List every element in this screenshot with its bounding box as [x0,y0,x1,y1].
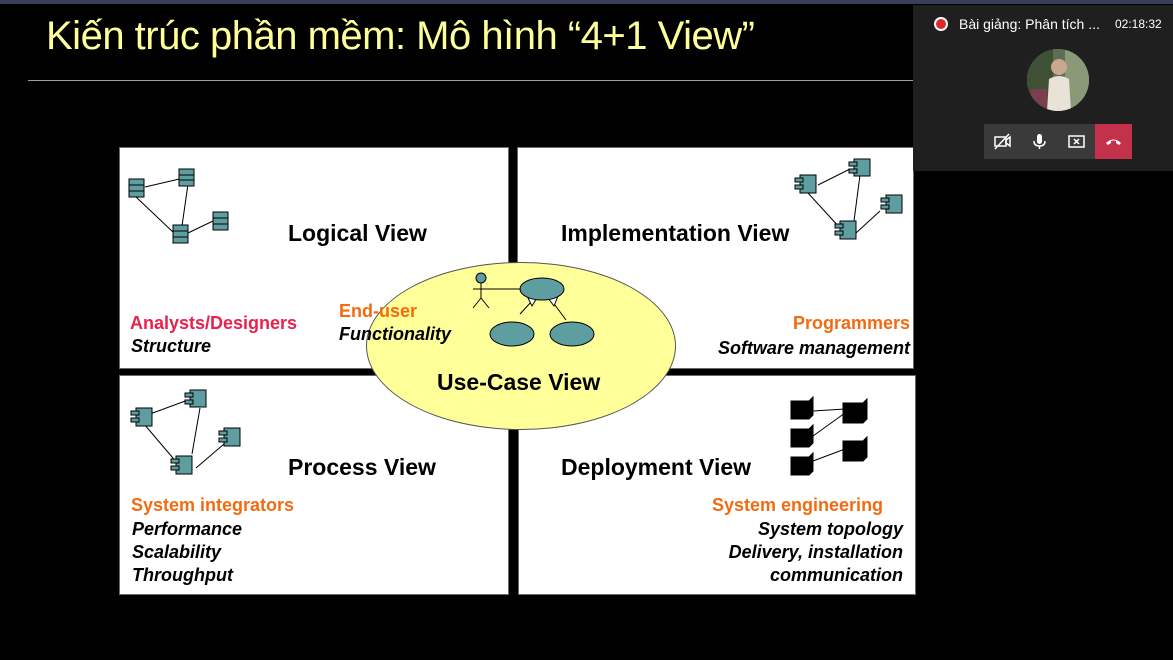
deployment-view-role: System engineering [712,495,884,515]
deployment-view-concern: communication [769,565,903,585]
recording-indicator-icon [934,17,948,31]
stop-share-button[interactable] [1058,124,1095,159]
deployment-view-title: Deployment View [561,454,752,480]
logical-view-role: Analysts/Designers [130,313,298,333]
class-diagram-icon [128,168,229,244]
hang-up-button[interactable] [1095,124,1132,159]
use-case-view-role: End-user [339,301,418,321]
use-case-diagram-icon [472,272,595,347]
hang-up-icon [1106,139,1121,145]
participant-avatar[interactable] [1027,49,1089,111]
window-top-bar [0,0,1173,4]
slide-title: Kiến trúc phần mềm: Mô hình “4+1 View” [46,14,755,58]
process-view-role: System integrators [131,495,295,515]
camera-off-icon [994,133,1011,150]
meeting-timer: 02:18:32 [1115,17,1162,31]
microphone-icon [1033,134,1046,149]
component-diagram-icon [130,389,241,475]
implementation-view-role: Programmers [792,313,910,333]
process-view-concern: Throughput [132,565,233,585]
implementation-view-title: Implementation View [561,220,790,246]
implementation-view-concern: Software management [717,338,910,358]
process-view-concern: Scalability [132,542,222,562]
stop-share-icon [1068,135,1085,148]
use-case-view-title: Use-Case View [437,369,601,395]
meeting-call-panel[interactable]: Bài giảng: Phân tích ... 02:18:32 [913,5,1173,171]
process-view-concern: Performance [132,519,243,539]
process-view-title: Process View [288,454,436,480]
camera-toggle-button[interactable] [984,124,1021,159]
logical-view-title: Logical View [288,220,427,246]
deployment-view-concern: Delivery, installation [728,542,903,562]
use-case-view-concern: Functionality [339,324,451,344]
microphone-toggle-button[interactable] [1021,124,1058,159]
logical-view-concern: Structure [131,336,212,356]
deployment-view-concern: System topology [757,519,903,539]
meeting-title: Bài giảng: Phân tích ... [959,16,1100,32]
title-divider [28,80,913,81]
component-diagram-icon [794,158,903,240]
node-diagram-icon [790,395,868,476]
